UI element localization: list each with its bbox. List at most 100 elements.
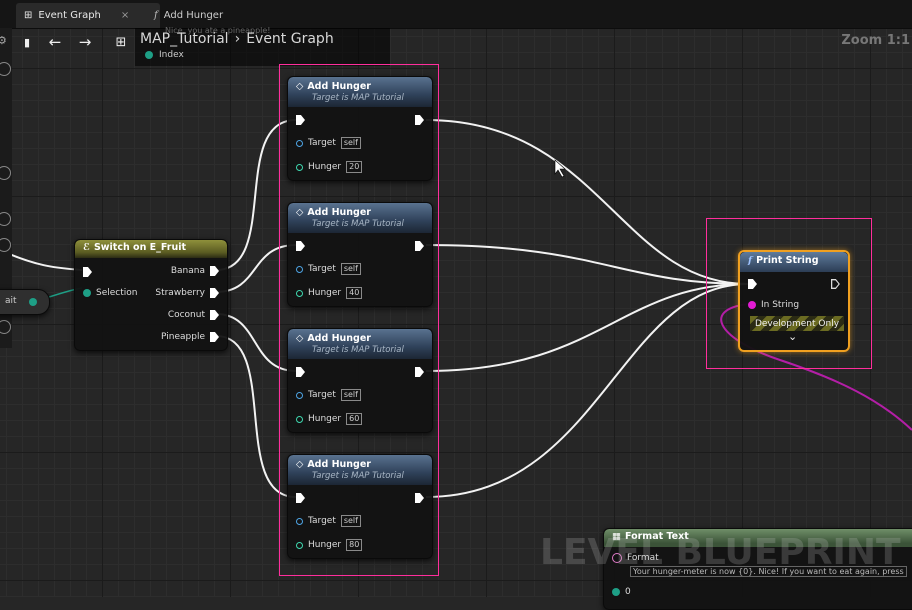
exec-in-pin[interactable] <box>296 493 305 503</box>
selection-pin[interactable] <box>83 289 91 297</box>
strawberry-exec-pin[interactable] <box>210 288 219 298</box>
target-row: Target self <box>296 389 361 401</box>
target-pin[interactable] <box>296 391 303 399</box>
expand-chevron-icon[interactable]: ⌄ <box>788 330 797 343</box>
exec-in-row <box>296 367 305 377</box>
hunger-value[interactable]: 80 <box>346 539 363 551</box>
pin-0-icon[interactable] <box>612 588 620 596</box>
graph-icon: ⊞ <box>24 10 33 21</box>
hunger-value[interactable]: 40 <box>346 287 363 299</box>
development-only-label: Development Only <box>754 318 840 329</box>
target-pin[interactable] <box>296 139 303 147</box>
add-hunger-title: Add Hunger <box>307 333 371 344</box>
coconut-exec-pin[interactable] <box>210 310 219 320</box>
hunger-pin[interactable] <box>296 541 303 549</box>
wire-entry-to-switch <box>0 249 83 271</box>
exec-in-pin[interactable] <box>748 279 757 289</box>
exec-in-pin[interactable] <box>296 367 305 377</box>
breadcrumb-graph[interactable]: Event Graph <box>246 31 334 47</box>
hunger-row: Hunger 80 <box>296 539 363 551</box>
hunger-pin[interactable] <box>296 289 303 297</box>
hunger-pin[interactable] <box>296 163 303 171</box>
wire-h1-to-print <box>425 119 749 285</box>
function-call-icon: ◇ <box>296 459 304 470</box>
hunger-row: Hunger 60 <box>296 413 363 425</box>
add-hunger-title: Add Hunger <box>307 81 371 92</box>
close-icon[interactable]: × <box>121 10 129 21</box>
switch-node-header: ℰ Switch on E_Fruit <box>75 240 227 258</box>
hunger-row: Hunger 20 <box>296 161 363 173</box>
switch-exec-in-row <box>83 267 92 277</box>
print-string-header: f Print String <box>740 252 848 272</box>
add-hunger-subtitle: Target is MAP Tutorial <box>312 93 404 103</box>
pineapple-exec-pin[interactable] <box>210 332 219 342</box>
function-icon: f <box>748 255 753 266</box>
in-string-row: In String <box>748 300 799 310</box>
add-hunger-node[interactable]: ◇ Add Hunger Target is MAP Tutorial Targe… <box>287 328 433 433</box>
add-hunger-node[interactable]: ◇ Add Hunger Target is MAP Tutorial Targe… <box>287 454 433 559</box>
exec-in-row <box>296 115 305 125</box>
exec-out-pin[interactable] <box>415 367 424 377</box>
exec-in-pin[interactable] <box>296 115 305 125</box>
tab-event-graph[interactable]: ⊞ Event Graph × <box>16 3 160 28</box>
switch-node[interactable]: ℰ Switch on E_Fruit Selection Banana Stra… <box>74 239 228 351</box>
switch-node-title: Switch on E_Fruit <box>93 242 187 253</box>
stub-pin-icon[interactable] <box>29 298 37 306</box>
development-only-band: Development Only <box>750 316 844 331</box>
out-coconut-row: Coconut <box>168 310 219 320</box>
out-strawberry-row: Strawberry <box>155 288 219 298</box>
selection-row: Selection <box>83 288 137 298</box>
hunger-pin[interactable] <box>296 415 303 423</box>
banana-exec-pin[interactable] <box>210 266 219 276</box>
hunger-value[interactable]: 20 <box>346 161 363 173</box>
strawberry-label: Strawberry <box>155 288 205 298</box>
target-label: Target <box>308 138 336 148</box>
exec-in-pin[interactable] <box>83 267 92 277</box>
target-row: Target self <box>296 515 361 527</box>
function-icon: f <box>154 10 158 21</box>
breadcrumb-blueprint[interactable]: MAP_Tutorial <box>140 31 229 47</box>
target-label: Target <box>308 264 336 274</box>
pineapple-label: Pineapple <box>161 332 205 342</box>
out-banana-row: Banana <box>171 266 219 276</box>
in-string-label: In String <box>761 300 800 310</box>
hunger-value[interactable]: 60 <box>346 413 363 425</box>
pin-0-row: 0 <box>612 587 631 597</box>
add-hunger-header: ◇ Add Hunger Target is MAP Tutorial <box>288 329 432 359</box>
target-pin[interactable] <box>296 265 303 273</box>
tab-bar: ⊞ Event Graph × f Add Hunger <box>0 0 912 29</box>
get-variable-node[interactable]: ait <box>0 289 50 315</box>
exec-out-pin[interactable] <box>415 493 424 503</box>
add-hunger-node[interactable]: ◇ Add Hunger Target is MAP Tutorial Targe… <box>287 76 433 181</box>
add-hunger-title: Add Hunger <box>307 459 371 470</box>
back-arrow-icon[interactable]: ← <box>44 32 66 52</box>
print-string-title: Print String <box>756 255 819 266</box>
target-value[interactable]: self <box>340 515 361 527</box>
wire-h2-to-print <box>425 244 749 285</box>
exec-out-row <box>415 241 424 251</box>
tab-add-hunger[interactable]: f Add Hunger <box>146 3 231 28</box>
index-pin-icon <box>145 51 153 59</box>
in-string-pin[interactable] <box>748 301 756 309</box>
target-pin[interactable] <box>296 517 303 525</box>
function-call-icon: ◇ <box>296 81 304 92</box>
exec-out-pin[interactable] <box>415 241 424 251</box>
forward-arrow-icon[interactable]: → <box>74 32 96 52</box>
add-hunger-node[interactable]: ◇ Add Hunger Target is MAP Tutorial Targe… <box>287 202 433 307</box>
print-string-node[interactable]: f Print String In String Development Only… <box>738 250 850 352</box>
level-blueprint-watermark: LEVEL BLUEPRINT <box>540 532 901 573</box>
banana-label: Banana <box>170 266 205 276</box>
target-value[interactable]: self <box>340 137 361 149</box>
target-label: Target <box>308 390 336 400</box>
bookmark-icon[interactable]: ▮ <box>16 32 38 52</box>
target-value[interactable]: self <box>340 389 361 401</box>
zoom-level: Zoom 1:1 <box>841 33 910 48</box>
exec-out-pin[interactable] <box>831 279 840 289</box>
hierarchy-icon[interactable]: ⊞ <box>110 32 132 52</box>
hunger-label: Hunger <box>308 540 342 550</box>
switch-icon: ℰ <box>83 242 90 253</box>
target-value[interactable]: self <box>340 263 361 275</box>
exec-in-pin[interactable] <box>296 241 305 251</box>
exec-out-pin[interactable] <box>415 115 424 125</box>
add-hunger-header: ◇ Add Hunger Target is MAP Tutorial <box>288 203 432 233</box>
